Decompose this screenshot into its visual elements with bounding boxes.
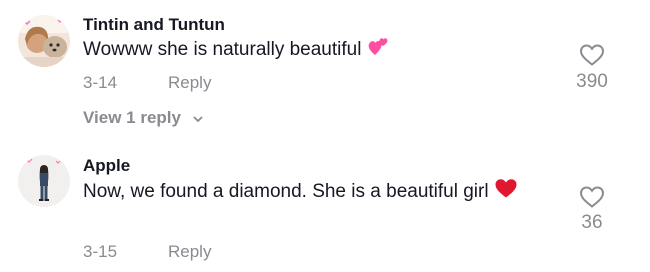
comment-date: 3-14 — [83, 73, 118, 92]
view-replies-button[interactable]: View 1 reply — [83, 108, 204, 128]
like-count: 36 — [581, 212, 603, 233]
heart-outline-icon[interactable] — [579, 43, 605, 67]
two-hearts-icon — [367, 35, 391, 65]
like-count: 390 — [576, 71, 608, 92]
avatar-image — [18, 15, 70, 67]
comment-text: Now, we found a diamond. She is a beauti… — [83, 177, 573, 207]
comment-text: Wowww she is naturally beautiful — [83, 35, 573, 65]
comment-date: 3-15 — [83, 242, 118, 261]
comment-item: Apple Now, we found a diamond. She is a … — [0, 140, 650, 272]
reply-button[interactable]: Reply — [168, 73, 211, 93]
avatar[interactable] — [18, 155, 70, 207]
red-heart-icon — [494, 177, 518, 207]
chevron-down-icon — [193, 115, 203, 122]
avatar[interactable] — [18, 15, 70, 67]
heart-outline-icon[interactable] — [579, 185, 605, 209]
comment-text-content: Now, we found a diamond. She is a beauti… — [83, 181, 489, 203]
view-replies-label: View 1 reply — [83, 108, 181, 127]
avatar-image — [18, 155, 70, 207]
comment-text-content: Wowww she is naturally beautiful — [83, 39, 362, 61]
reply-button[interactable]: Reply — [168, 242, 211, 262]
comment-item: Tintin and Tuntun Wowww she is naturally… — [0, 0, 650, 130]
comment-username[interactable]: Tintin and Tuntun — [83, 15, 225, 35]
comment-username[interactable]: Apple — [83, 156, 130, 176]
